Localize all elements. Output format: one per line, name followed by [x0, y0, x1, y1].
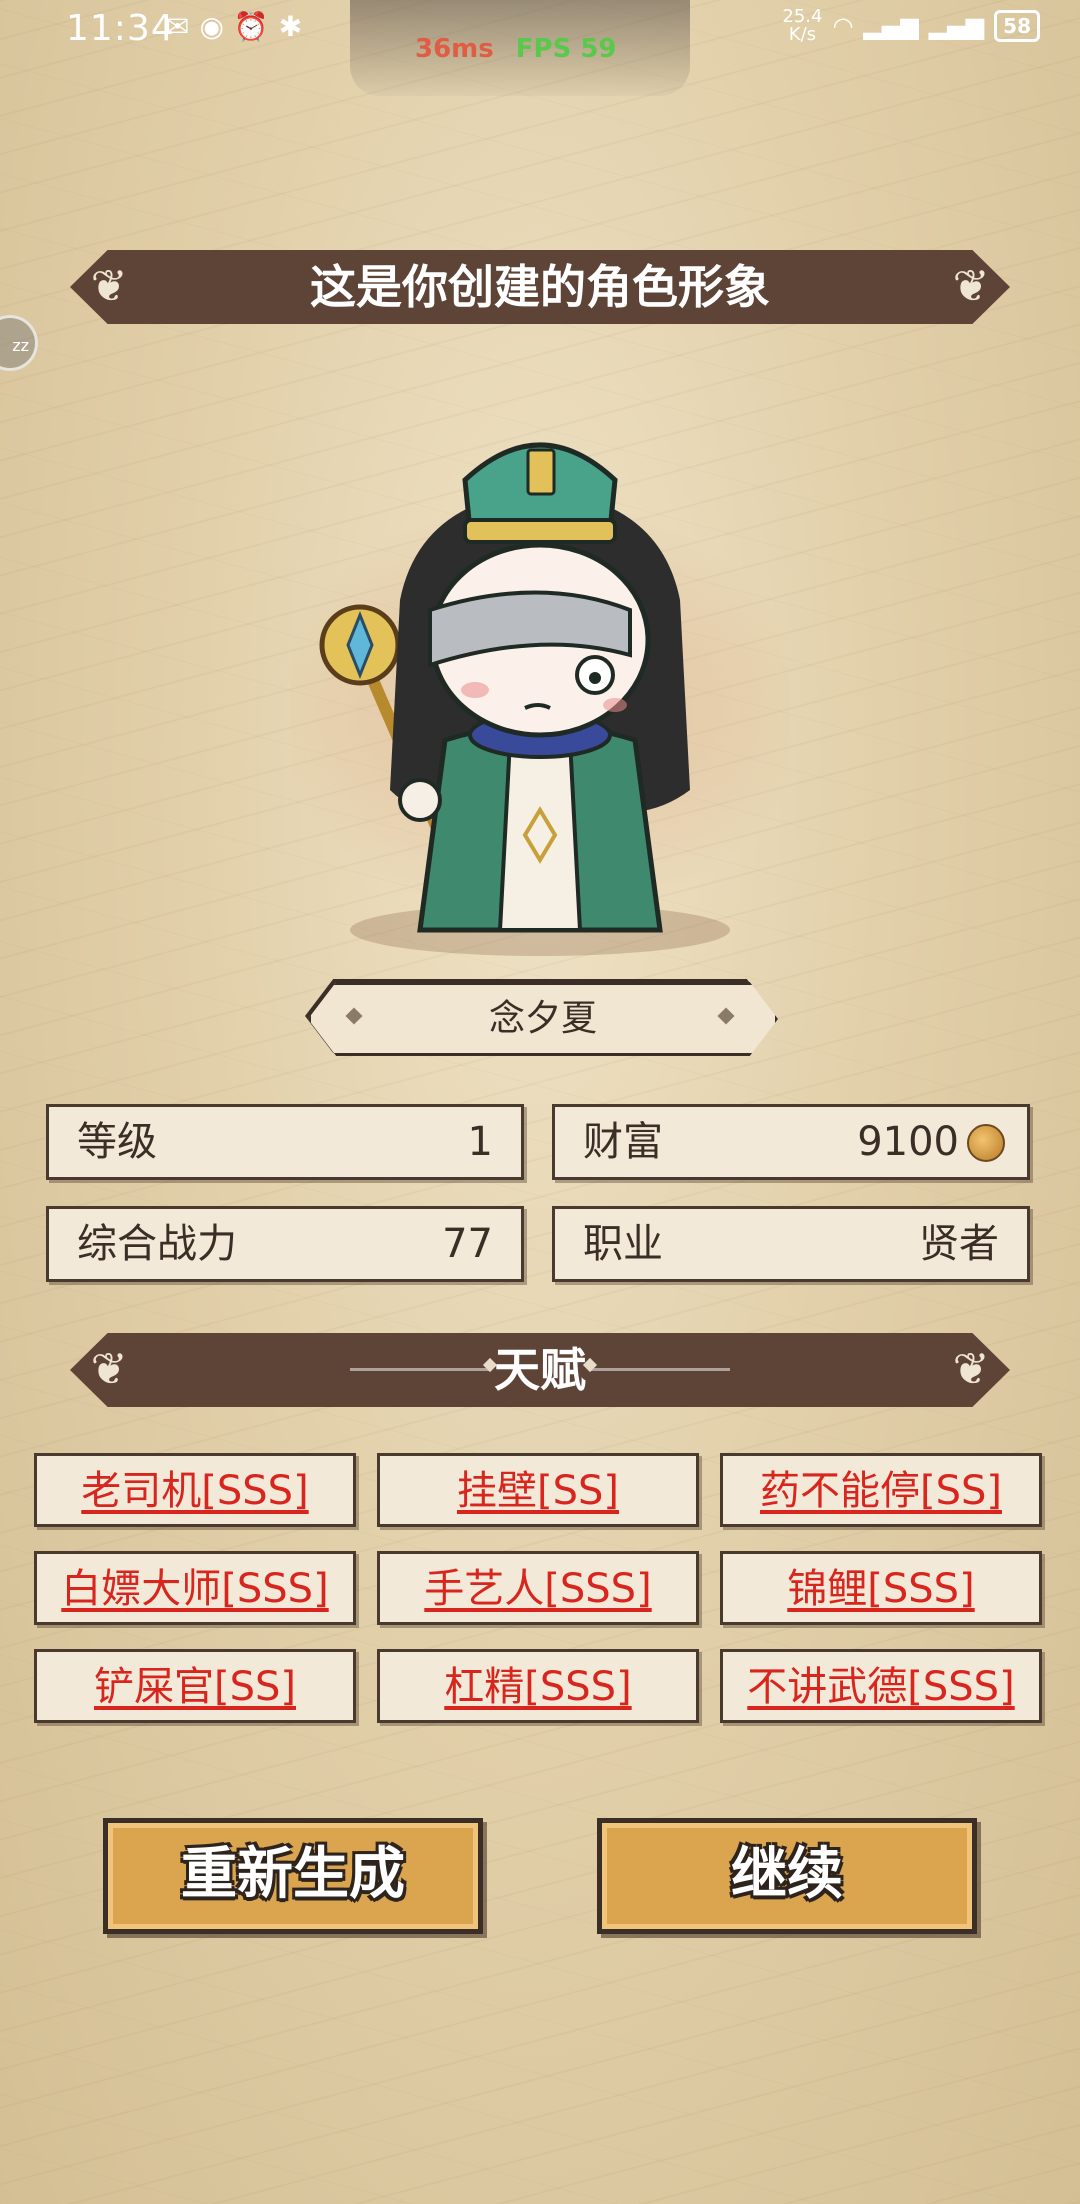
status-time: 11:34 — [66, 8, 175, 49]
alarm-icon: ⏰ — [233, 10, 269, 43]
stat-class: 职业 贤者 — [552, 1206, 1030, 1282]
coin-icon — [967, 1124, 1005, 1162]
talent-item[interactable]: 不讲武德[SSS] — [720, 1649, 1042, 1723]
battery-icon: 58 — [994, 10, 1040, 42]
talent-item[interactable]: 铲屎官[SS] — [34, 1649, 356, 1723]
talent-item[interactable]: 老司机[SSS] — [34, 1453, 356, 1527]
character-sprite — [319, 442, 730, 956]
talent-item[interactable]: 手艺人[SSS] — [377, 1551, 699, 1625]
banner-divider-left — [350, 1368, 490, 1371]
wifi-icon: ◠ — [832, 12, 854, 40]
talent-item[interactable]: 挂壁[SS] — [377, 1453, 699, 1527]
banner-divider-right — [590, 1368, 730, 1371]
talent-banner: 天赋 — [70, 1333, 1010, 1407]
character-name: 念夕夏 — [308, 982, 778, 1056]
stat-combat-power: 综合战力 77 — [46, 1206, 524, 1282]
stat-level: 等级 1 — [46, 1104, 524, 1180]
perf-readout: 36ms FPS 59 — [415, 34, 617, 64]
talent-item[interactable]: 锦鲤[SSS] — [720, 1551, 1042, 1625]
talent-ornament-right-icon: ❦ — [952, 1344, 990, 1395]
ping-readout: 36ms — [415, 34, 494, 64]
talent-ornament-left-icon: ❦ — [90, 1344, 128, 1395]
signal-4g-icon: ▂▄▆ — [928, 12, 985, 40]
bluetooth-icon: ✱ — [278, 10, 303, 43]
wechat-icon: ✉ — [166, 10, 190, 43]
eye-icon: ◉ — [199, 10, 224, 43]
banner-ornament-left-icon: ❦ — [90, 261, 128, 312]
signal-5g-icon: ▂▄▆ — [863, 12, 919, 40]
character-portrait — [270, 390, 810, 970]
status-left-icons: ✉ ◉ ⏰ ✱ — [166, 10, 302, 43]
regenerate-button[interactable]: 重新生成 — [103, 1818, 483, 1934]
continue-button[interactable]: 继续 — [597, 1818, 977, 1934]
stat-wealth: 财富 9100 — [552, 1104, 1030, 1180]
talent-section-title: 天赋 — [494, 1343, 586, 1397]
floating-assistant-button[interactable]: zz — [0, 315, 38, 371]
page-title: 这是你创建的角色形象 — [310, 260, 770, 314]
header-banner: 这是你创建的角色形象 — [70, 250, 1010, 324]
status-right-icons: 25.4 K/s ◠ ▂▄▆ ▂▄▆ 58 — [782, 8, 1040, 44]
net-speed: 25.4 K/s — [782, 6, 823, 45]
talent-item[interactable]: 杠精[SSS] — [377, 1649, 699, 1723]
banner-ornament-right-icon: ❦ — [952, 261, 990, 312]
talent-item[interactable]: 药不能停[SS] — [720, 1453, 1042, 1527]
fps-readout: FPS 59 — [515, 34, 617, 64]
talent-item[interactable]: 白嫖大师[SSS] — [34, 1551, 356, 1625]
